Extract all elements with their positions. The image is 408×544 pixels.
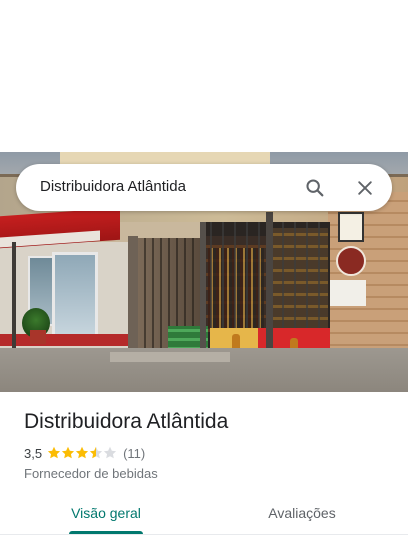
star-icon — [61, 446, 75, 459]
search-button[interactable] — [298, 171, 332, 205]
rating-value: 3,5 — [24, 445, 43, 461]
search-icon — [306, 179, 324, 197]
place-title: Distribuidora Atlântida — [24, 410, 229, 433]
star-rating — [47, 446, 117, 460]
star-icon — [75, 446, 89, 459]
search-bar[interactable]: Distribuidora Atlântida — [16, 164, 392, 211]
tab-divider — [0, 534, 408, 535]
star-icon — [103, 446, 117, 459]
place-category: Fornecedor de bebidas — [24, 466, 158, 481]
close-button[interactable] — [348, 171, 382, 205]
review-count[interactable]: (11) — [123, 446, 145, 461]
star-icon — [47, 446, 61, 459]
close-icon — [358, 181, 372, 195]
rating-row[interactable]: 3,5 (11) — [24, 445, 145, 461]
search-query-text[interactable]: Distribuidora Atlântida — [40, 178, 186, 195]
empty-map-area — [0, 0, 408, 152]
star-icon — [89, 446, 103, 459]
tab-reviews[interactable]: Avaliações — [252, 505, 352, 537]
